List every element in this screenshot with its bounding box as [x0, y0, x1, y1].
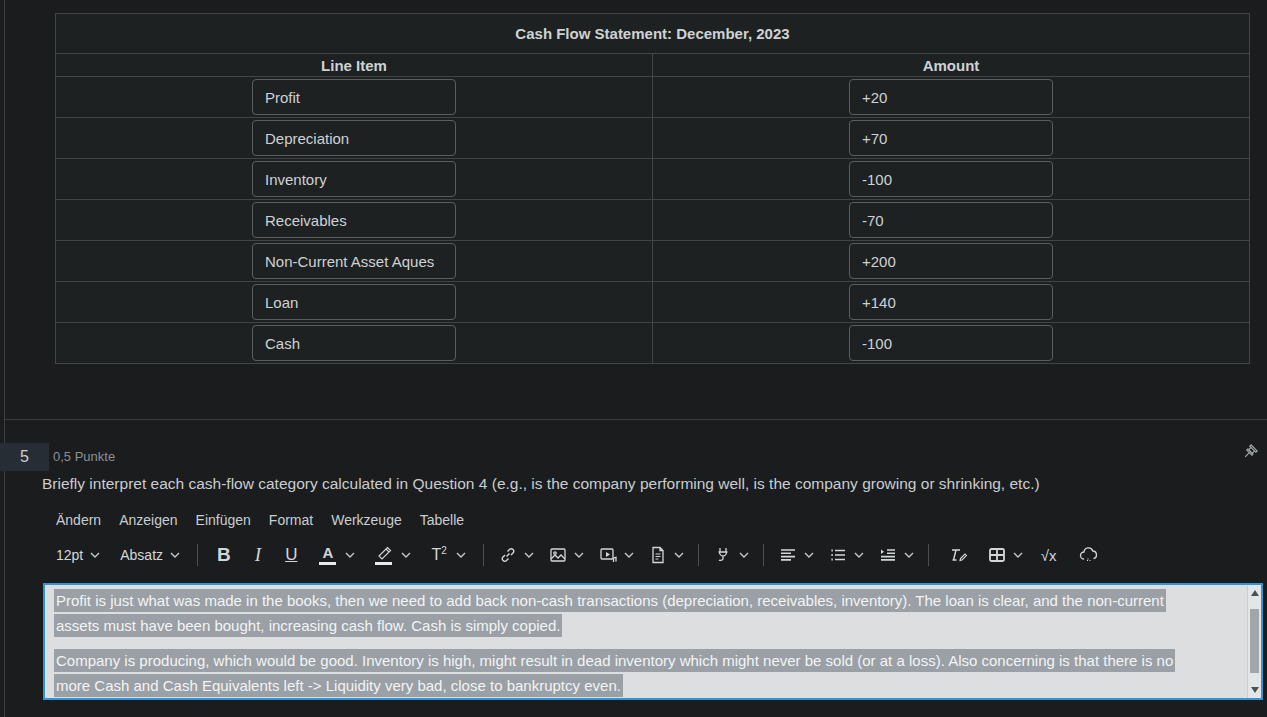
scroll-down-arrow[interactable]: [1251, 687, 1259, 693]
menu-view[interactable]: Anzeigen: [110, 508, 186, 532]
editor-paragraph: Profit is just what was made in the book…: [54, 589, 1194, 638]
editor-content-area[interactable]: Profit is just what was made in the book…: [43, 583, 1263, 700]
text-color-button[interactable]: A: [310, 539, 364, 571]
amount-input[interactable]: [849, 120, 1053, 156]
editor-body[interactable]: Profit is just what was made in the book…: [45, 585, 1261, 698]
font-size-select[interactable]: 12pt: [47, 539, 109, 571]
amount-input[interactable]: [849, 284, 1053, 320]
cash-flow-table: Cash Flow Statement: December, 2023 Line…: [55, 13, 1250, 364]
menu-tools[interactable]: Werkzeuge: [322, 508, 411, 532]
line-item-input[interactable]: [252, 325, 456, 361]
amount-input[interactable]: [849, 325, 1053, 361]
math-button[interactable]: √x: [1031, 539, 1067, 571]
table-row: [56, 282, 1250, 323]
question-points: 0,5 Punkte: [53, 449, 115, 464]
line-item-input[interactable]: [252, 79, 456, 115]
menu-format[interactable]: Format: [260, 508, 322, 532]
line-item-input[interactable]: [252, 161, 456, 197]
media-button[interactable]: [592, 539, 640, 571]
list-button[interactable]: [822, 539, 870, 571]
italic-button[interactable]: I: [244, 539, 272, 571]
menu-table[interactable]: Tabelle: [411, 508, 473, 532]
question-text: Briefly interpret each cash-flow categor…: [42, 420, 1267, 494]
cloud-button[interactable]: [1068, 539, 1110, 571]
amount-input[interactable]: [849, 202, 1053, 238]
indent-button[interactable]: [872, 539, 920, 571]
editor-toolbar: 12pt Absatz B I U A T2: [46, 536, 1267, 574]
question-number-badge: 5: [0, 443, 49, 471]
menu-insert[interactable]: Einfügen: [187, 508, 260, 532]
table-row: [56, 159, 1250, 200]
highlight-color-button[interactable]: [366, 539, 420, 571]
question-5-panel: 5 0,5 Punkte Briefly interpret each cash…: [4, 420, 1267, 717]
link-button[interactable]: [492, 539, 540, 571]
amount-input[interactable]: [849, 79, 1053, 115]
bold-button[interactable]: B: [206, 539, 242, 571]
question-4-panel: Cash Flow Statement: December, 2023 Line…: [4, 0, 1267, 420]
plugin-button[interactable]: [707, 539, 755, 571]
pin-icon[interactable]: [1240, 443, 1259, 462]
image-button[interactable]: [542, 539, 590, 571]
line-item-input[interactable]: [252, 284, 456, 320]
col-header-line-item: Line Item: [56, 54, 653, 77]
table-row: [56, 118, 1250, 159]
table-button[interactable]: [981, 539, 1029, 571]
scroll-up-arrow[interactable]: [1251, 590, 1259, 596]
table-title: Cash Flow Statement: December, 2023: [56, 14, 1250, 54]
placeholder-button[interactable]: [937, 539, 979, 571]
table-row: [56, 323, 1250, 364]
editor-scrollbar[interactable]: [1247, 585, 1261, 698]
table-row: [56, 241, 1250, 282]
align-button[interactable]: [772, 539, 820, 571]
col-header-amount: Amount: [653, 54, 1250, 77]
line-item-input[interactable]: [252, 120, 456, 156]
superscript-button[interactable]: T2: [422, 539, 474, 571]
editor-paragraph: Company is producing, which would be goo…: [54, 649, 1194, 698]
line-item-input[interactable]: [252, 243, 456, 279]
editor-menubar: Ändern Anzeigen Einfügen Format Werkzeug…: [47, 508, 1267, 532]
block-format-select[interactable]: Absatz: [111, 539, 189, 571]
amount-input[interactable]: [849, 161, 1053, 197]
scroll-thumb[interactable]: [1250, 609, 1259, 673]
amount-input[interactable]: [849, 243, 1053, 279]
table-row: [56, 77, 1250, 118]
line-item-input[interactable]: [252, 202, 456, 238]
menu-edit[interactable]: Ändern: [47, 508, 110, 532]
document-button[interactable]: [642, 539, 690, 571]
underline-button[interactable]: U: [274, 539, 308, 571]
table-row: [56, 200, 1250, 241]
